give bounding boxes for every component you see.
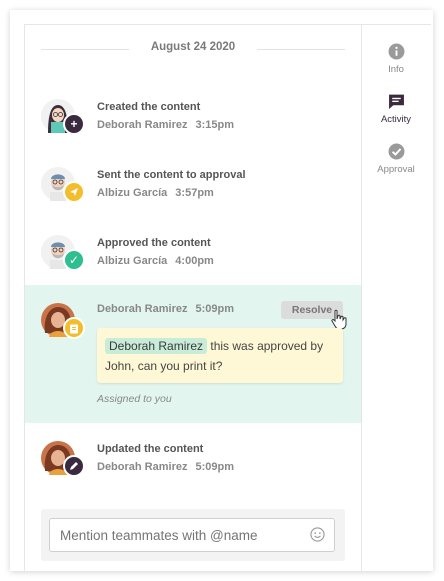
activity-meta: Deborah Ramirez 3:15pm: [97, 119, 234, 131]
tab-info[interactable]: Info: [361, 43, 431, 75]
activity-panel: August 24 2020 + Created the content Deb…: [10, 10, 433, 571]
author-name[interactable]: Deborah Ramirez: [97, 303, 187, 315]
author-name[interactable]: Deborah Ramirez: [97, 119, 187, 131]
plus-icon: +: [63, 113, 85, 135]
activity-title: Sent the content to approval: [97, 169, 246, 181]
activity-title: Created the content: [97, 101, 201, 113]
activity-feed[interactable]: August 24 2020 + Created the content Deb…: [24, 25, 362, 571]
activity-meta: Albizu García 3:57pm: [97, 187, 214, 199]
check-circle-icon: [388, 143, 404, 160]
comment-icon: [388, 94, 404, 109]
avatar[interactable]: [41, 167, 85, 203]
activity-item: + Created the content Deborah Ramirez 3:1…: [25, 87, 361, 147]
comment-item: Deborah Ramirez 5:09pm Resolve Deborah Ra…: [25, 285, 361, 423]
tab-label: Approval: [377, 164, 415, 175]
timestamp: 5:09pm: [195, 303, 235, 315]
activity-item: Sent the content to approval Albizu Garc…: [25, 155, 361, 215]
mention-input[interactable]: [49, 518, 335, 552]
emoji-icon[interactable]: [310, 527, 325, 542]
timestamp: 3:57pm: [175, 187, 214, 199]
side-nav: Info Activity Approval: [361, 25, 431, 571]
send-icon: [63, 181, 85, 203]
clipboard-icon: [63, 317, 85, 339]
info-icon: [388, 43, 404, 60]
author-name[interactable]: Deborah Ramirez: [97, 461, 187, 473]
pencil-icon: [63, 455, 85, 477]
mention-tag[interactable]: Deborah Ramirez: [105, 338, 208, 354]
timestamp: 5:09pm: [195, 461, 235, 473]
activity-item: Updated the content Deborah Ramirez 5:09p…: [25, 423, 361, 487]
author-name[interactable]: Albizu García: [97, 255, 167, 267]
date-label: August 24 2020: [150, 41, 236, 53]
timestamp: 3:15pm: [195, 119, 235, 131]
composer-area: [41, 509, 345, 561]
avatar[interactable]: [41, 441, 85, 477]
tab-label: Info: [388, 64, 404, 75]
date-separator: August 24 2020: [41, 41, 345, 57]
activity-item: ✓ Approved the content Albizu García 4:00…: [25, 223, 361, 283]
author-name[interactable]: Albizu García: [97, 187, 167, 199]
timestamp: 4:00pm: [175, 255, 214, 267]
avatar[interactable]: +: [41, 99, 85, 135]
activity-meta: Albizu García 4:00pm: [97, 255, 214, 267]
comment-bubble: Deborah Ramirez this was approved by Joh…: [97, 328, 343, 383]
activity-title: Updated the content: [97, 443, 204, 455]
check-icon: ✓: [63, 249, 85, 271]
comment-meta: Deborah Ramirez 5:09pm: [97, 303, 234, 315]
assigned-note: Assigned to you: [97, 393, 172, 405]
avatar[interactable]: ✓: [41, 235, 85, 271]
tab-activity[interactable]: Activity: [361, 93, 431, 125]
tab-label: Activity: [380, 114, 412, 125]
activity-meta: Deborah Ramirez 5:09pm: [97, 461, 234, 473]
tab-approval[interactable]: Approval: [361, 143, 431, 175]
activity-title: Approved the content: [97, 237, 211, 249]
avatar[interactable]: [41, 303, 85, 339]
